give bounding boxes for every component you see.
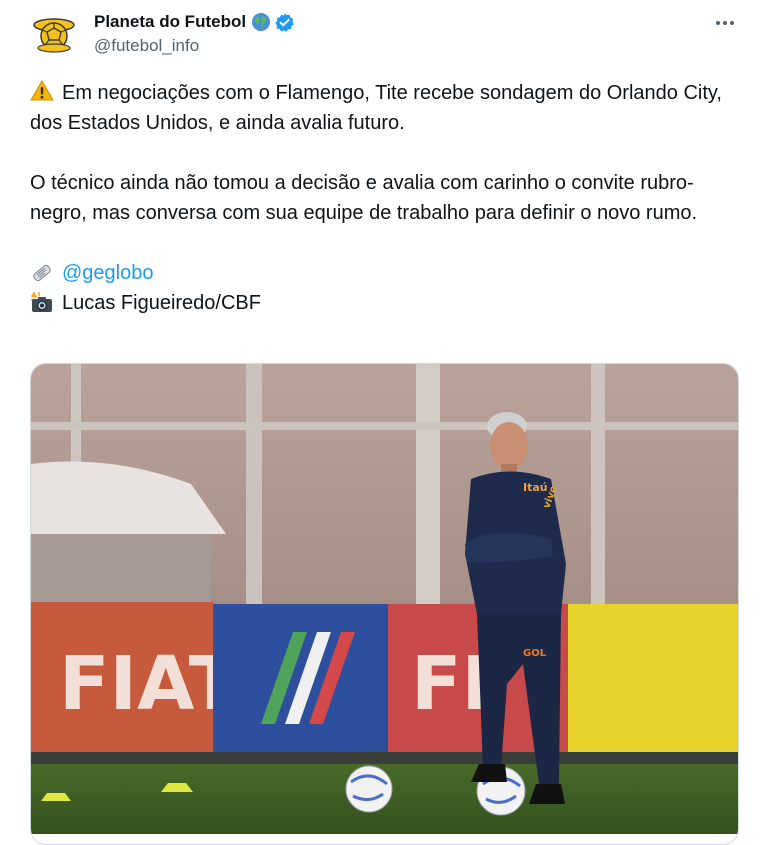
camera-flash-icon (30, 291, 54, 315)
photo-credit: Lucas Figueiredo/CBF (62, 292, 261, 314)
warning-icon (30, 79, 54, 103)
author-block: Planeta do Futebol @futebol_info (94, 11, 295, 56)
more-options-button[interactable] (708, 10, 742, 36)
shirt-sponsor-text: Itaú (523, 481, 548, 494)
planeta-futebol-logo (28, 10, 80, 62)
tweet-card: Planeta do Futebol @futebol_info Em nego… (0, 0, 775, 845)
dot-icon (730, 21, 734, 25)
dot-icon (716, 21, 720, 25)
tweet-text: Em negociações com o Flamengo, Tite rece… (30, 78, 750, 318)
globe-icon (251, 12, 271, 32)
avatar[interactable] (28, 10, 80, 62)
banner-fi-text: FI (411, 641, 489, 727)
banner-fiat-text: FIAT (59, 641, 240, 727)
pants-logo-text: GOL (523, 648, 547, 659)
photo-scene: FIAT FI Itaú vivo GOL (31, 364, 738, 834)
newspaper-icon (30, 261, 54, 285)
tweet-photo[interactable]: FIAT FI Itaú vivo GOL (30, 363, 739, 845)
verified-badge-icon[interactable] (274, 12, 295, 33)
credit-line: Lucas Figueiredo/CBF (30, 288, 750, 318)
paragraph-2: O técnico ainda não tomou a decisão e av… (30, 172, 698, 224)
source-line: @geglobo (30, 258, 750, 288)
user-handle[interactable]: @futebol_info (94, 36, 295, 56)
dot-icon (723, 21, 727, 25)
name-row: Planeta do Futebol (94, 11, 295, 33)
paragraph-1-text: Em negociações com o Flamengo, Tite rece… (30, 82, 722, 134)
mention-link[interactable]: @geglobo (62, 258, 153, 288)
paragraph-1: Em negociações com o Flamengo, Tite rece… (30, 78, 750, 138)
display-name[interactable]: Planeta do Futebol (94, 12, 246, 32)
